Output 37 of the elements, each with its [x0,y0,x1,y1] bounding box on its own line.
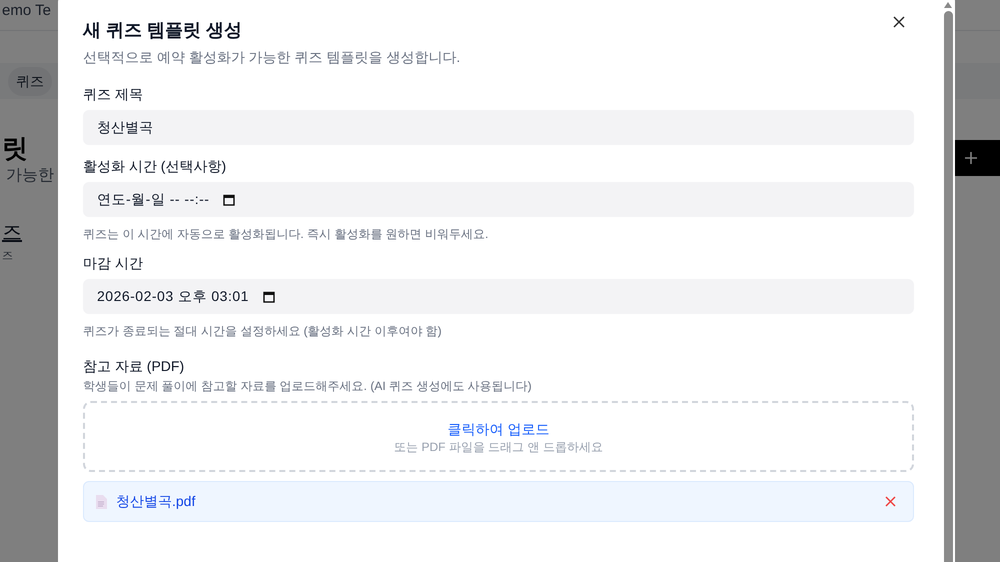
field-hint: 학생들이 문제 풀이에 참고할 자료를 업로드해주세요. (AI 퀴즈 생성에도 사용됩니다) [83,378,533,394]
field-label: 퀴즈 제목 [83,85,144,104]
datetime-field[interactable]: 2026-02-03 오후 03:01 [83,279,914,314]
dialog-description: 선택적으로 예약 활성화가 가능한 퀴즈 템플릿을 생성합니다. [83,48,462,67]
remove-file-button[interactable] [885,496,897,508]
close-icon [885,496,896,507]
add-button[interactable] [955,140,1000,176]
field-placeholder: 연도-월-일 -- --:-- [97,190,210,209]
app-title: emo Te [2,1,51,21]
scrollbar[interactable] [941,0,955,562]
field-hint: 퀴즈가 종료되는 절대 시간을 설정하세요 (활성화 시간 이후여야 함) [83,323,443,339]
file-icon [96,494,107,508]
field-value: 청산별곡 [97,118,153,137]
field-label: 마감 시간 [83,254,144,273]
upload-link[interactable]: 클릭하여 업로드 [448,418,550,438]
calendar-icon [262,290,275,302]
plus-icon [965,152,977,164]
input-field[interactable]: 청산별곡 [83,110,914,145]
file-name: 청산별곡.pdf [116,492,196,511]
datetime-field[interactable]: 연도-월-일 -- --:-- [83,182,914,217]
upload-dropzone[interactable]: 클릭하여 업로드 또는 PDF 파일을 드래그 앤 드롭하세요 [83,401,914,472]
scroll-up-icon[interactable] [944,2,952,8]
field-label: 참고 자료 (PDF) [83,357,186,376]
field-label: 활성화 시간 (선택사항) [83,157,228,176]
breadcrumb-chip[interactable]: 퀴즈 [8,66,52,96]
close-icon [893,16,905,28]
field-value: 2026-02-03 오후 03:01 [97,287,249,306]
scrollbar-thumb[interactable] [944,11,952,562]
upload-hint: 또는 PDF 파일을 드래그 앤 드롭하세요 [394,438,603,454]
calendar-icon [223,194,236,206]
page-subheading: 가능한 [6,166,54,186]
dialog-title: 새 퀴즈 템플릿 생성 [83,19,242,42]
page-heading: 릿 [2,132,28,164]
field-hint: 퀴즈는 이 시간에 자동으로 활성화됩니다. 즉시 활성화를 원하면 비워두세요. [83,226,490,242]
close-button[interactable] [893,15,907,29]
quiz-subtitle: 즈 [2,249,13,264]
quiz-title-link[interactable]: 즈 [2,218,22,248]
